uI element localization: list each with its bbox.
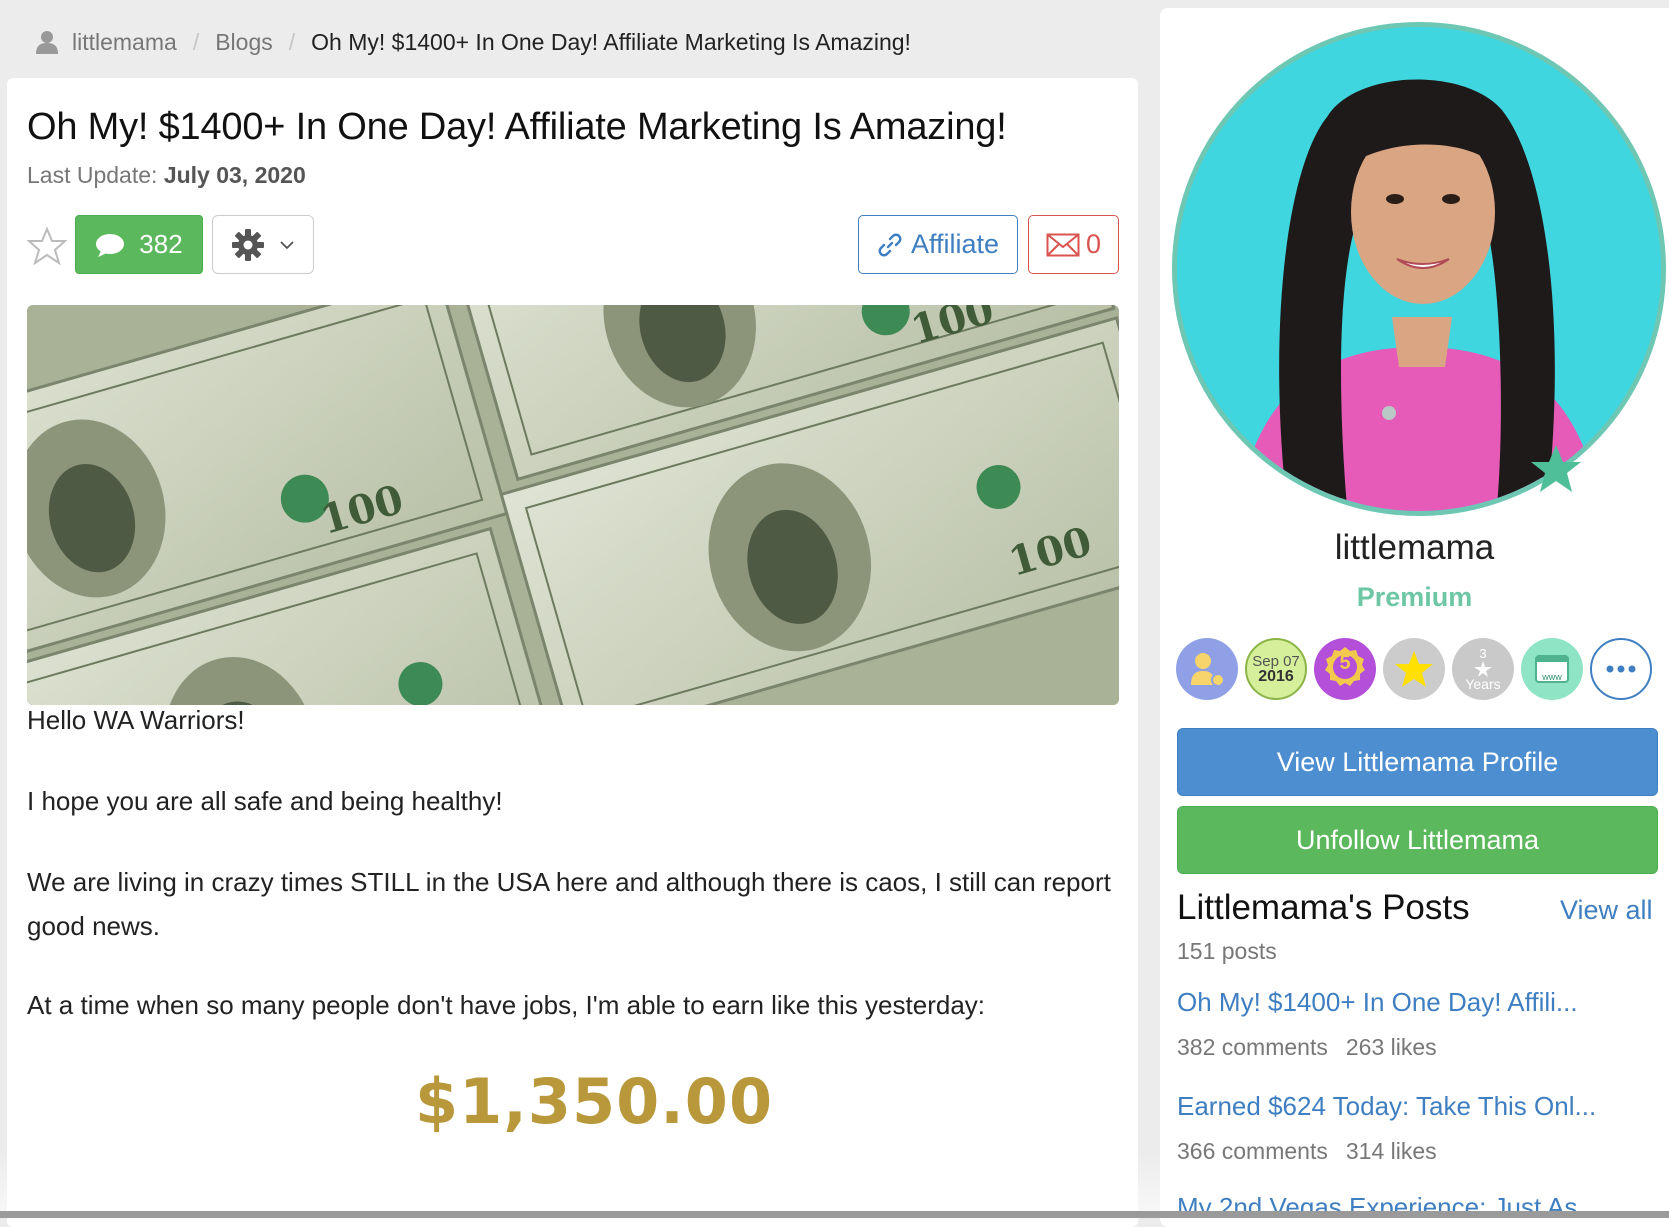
- post-comments-count: 382 comments: [1177, 1034, 1328, 1060]
- post-comments-count: 366 comments: [1177, 1138, 1328, 1164]
- join-date-month: Sep 07: [1252, 653, 1300, 670]
- view-all-link[interactable]: View all: [1560, 895, 1653, 926]
- breadcrumb: littlemama / Blogs / Oh My! $1400+ In On…: [36, 22, 911, 62]
- user-icon: [36, 31, 58, 54]
- paragraph: We are living in crazy times STILL in th…: [27, 867, 1111, 941]
- sidebar-post-link[interactable]: Oh My! $1400+ In One Day! Affili...: [1177, 987, 1647, 1018]
- comment-count: 382: [139, 229, 183, 259]
- website-label: www: [1542, 672, 1562, 682]
- years-badge[interactable]: 3 Years: [1452, 638, 1514, 700]
- membership-level: Premium: [1356, 582, 1473, 612]
- paragraph: Hello WA Warriors!: [27, 705, 245, 735]
- badge-row: Sep 07 2016 5 3 Years www: [1176, 638, 1652, 700]
- ambassador-badge-icon[interactable]: [1176, 638, 1238, 700]
- breadcrumb-user-link[interactable]: littlemama: [72, 29, 177, 56]
- sidebar-post-meta: 366 comments 314 likes: [1177, 1138, 1437, 1165]
- view-profile-button[interactable]: View Littlemama Profile: [1177, 728, 1658, 796]
- join-date-year: 2016: [1258, 668, 1294, 685]
- website-badge[interactable]: www: [1521, 638, 1583, 700]
- last-update-label: Last Update:: [27, 162, 158, 188]
- link-icon: [878, 233, 902, 256]
- breadcrumb-blogs-link[interactable]: Blogs: [215, 29, 273, 56]
- author-photo: [1177, 27, 1661, 511]
- join-date-badge[interactable]: Sep 07 2016: [1245, 638, 1307, 700]
- chevron-down-icon: [280, 240, 294, 249]
- comments-button[interactable]: 382: [75, 215, 203, 274]
- page: littlemama / Blogs / Oh My! $1400+ In On…: [0, 0, 1669, 1227]
- last-update: Last Update: July 03, 2020: [27, 162, 306, 189]
- gear-icon: [232, 228, 264, 261]
- last-update-date: July 03, 2020: [163, 162, 306, 188]
- breadcrumb-separator: /: [192, 28, 200, 55]
- affiliate-button[interactable]: Affiliate: [858, 215, 1018, 274]
- rank-badge[interactable]: 5: [1314, 638, 1376, 700]
- small-star-icon: [1474, 661, 1492, 677]
- unfollow-button[interactable]: Unfollow Littlemama: [1177, 806, 1658, 874]
- post-hero-image: 100 100 100 100: [27, 305, 1119, 705]
- premium-star-icon: [1531, 445, 1581, 492]
- user-cog-icon: [1191, 653, 1225, 687]
- earnings-image-text: $1,350.00: [415, 1065, 774, 1138]
- featured-star-badge[interactable]: [1383, 638, 1445, 700]
- horizontal-scrollbar[interactable]: [0, 1211, 1669, 1218]
- paragraph: I hope you are all safe and being health…: [27, 786, 503, 816]
- more-dots-icon: [1606, 665, 1636, 673]
- posts-count: 151 posts: [1177, 938, 1277, 964]
- breadcrumb-separator: /: [288, 28, 296, 55]
- affiliate-label: Affiliate: [910, 229, 1000, 259]
- post-card: Oh My! $1400+ In One Day! Affiliate Mark…: [7, 78, 1138, 1227]
- years-label: Years: [1465, 676, 1501, 692]
- post-title: Oh My! $1400+ In One Day! Affiliate Mark…: [27, 106, 1007, 148]
- post-likes-count: 263 likes: [1345, 1034, 1437, 1060]
- paragraph: At a time when so many people don't have…: [27, 990, 986, 1020]
- content-fade: [0, 1150, 1160, 1211]
- post-likes-count: 314 likes: [1345, 1138, 1437, 1164]
- posts-section-title: Littlemama's Posts: [1177, 888, 1470, 927]
- rank-number: 5: [1339, 652, 1351, 674]
- years-number: 3: [1479, 646, 1487, 661]
- more-badges-button[interactable]: [1590, 638, 1652, 700]
- dollar-bills-image: 100 100 100 100: [27, 305, 1119, 705]
- star-icon: [1395, 651, 1433, 687]
- author-name: littlemama: [1334, 528, 1495, 567]
- mail-count: 0: [1085, 229, 1102, 259]
- breadcrumb-current: Oh My! $1400+ In One Day! Affiliate Mark…: [311, 28, 911, 55]
- sidebar-post-link[interactable]: My 2nd Vegas Experience: Just As...: [1177, 1192, 1647, 1211]
- private-message-button[interactable]: 0: [1028, 215, 1119, 274]
- sidebar-post-link[interactable]: Earned $624 Today: Take This Onl...: [1177, 1091, 1647, 1122]
- envelope-icon: [1046, 233, 1080, 256]
- avatar[interactable]: [1172, 22, 1666, 516]
- sidebar-post-meta: 382 comments 263 likes: [1177, 1034, 1437, 1061]
- settings-dropdown-button[interactable]: [212, 215, 314, 274]
- comment-bubble-icon: [96, 233, 125, 257]
- star-icon[interactable]: [27, 226, 67, 266]
